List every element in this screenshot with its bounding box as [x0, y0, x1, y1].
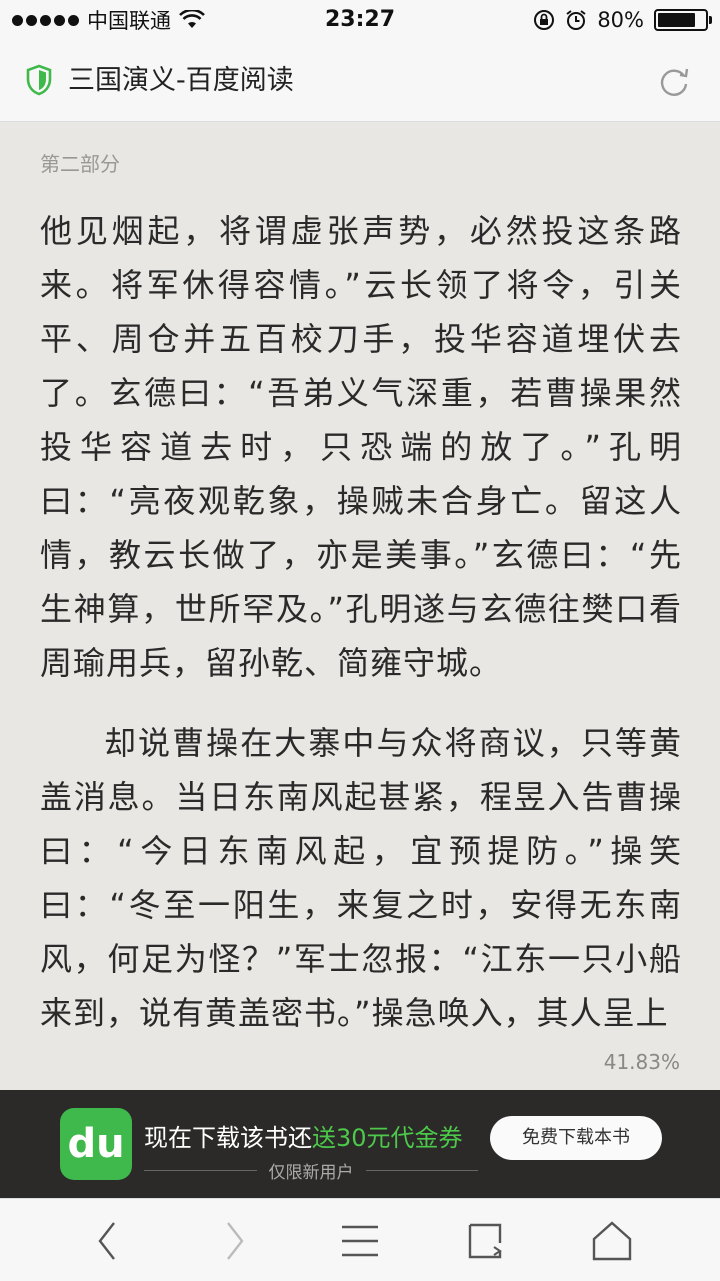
- browser-title-bar: 三国演义-百度阅读: [0, 40, 720, 122]
- rotation-lock-icon: [534, 10, 555, 30]
- divider-line: [365, 1170, 478, 1171]
- reader-page[interactable]: 第二部分 他见烟起，将谓虚张声势，必然投这条路来。将军休得容情。”云长领了将令，…: [0, 122, 720, 1090]
- battery-icon: [654, 9, 712, 31]
- forward-icon[interactable]: [212, 1219, 256, 1263]
- page-title: 三国演义-百度阅读: [68, 65, 294, 96]
- du-app-logo: du: [60, 1108, 132, 1180]
- banner-promo-text: 现在下载该书还送30元代金券: [144, 1118, 463, 1153]
- status-right: 80%: [533, 0, 712, 40]
- book-text: 他见烟起，将谓虚张声势，必然投这条路来。将军休得容情。”云长领了将令，引关平、周…: [40, 204, 682, 1066]
- signal-icon: [12, 14, 79, 26]
- paragraph: 他见烟起，将谓虚张声势，必然投这条路来。将军休得容情。”云长领了将令，引关平、周…: [40, 212, 682, 682]
- tabs-icon[interactable]: [464, 1219, 508, 1263]
- status-left: 中国联通: [12, 0, 205, 40]
- reading-progress: 41.83%: [603, 1050, 680, 1074]
- wifi-icon: [179, 10, 205, 28]
- free-download-button[interactable]: 免费下载本书: [490, 1116, 662, 1160]
- banner-promo-highlight: 送30元代金券: [312, 1124, 463, 1152]
- download-banner[interactable]: du 现在下载该书还送30元代金券 仅限新用户 免费下载本书: [0, 1090, 720, 1198]
- browser-toolbar: [0, 1198, 720, 1281]
- battery-percent: 80%: [597, 8, 644, 32]
- status-bar: 中国联通 23:27 80%: [0, 0, 720, 40]
- banner-subtext-row: 仅限新用户: [144, 1158, 478, 1183]
- banner-promo-prefix: 现在下载该书还: [144, 1124, 312, 1152]
- back-icon[interactable]: [86, 1219, 130, 1263]
- alarm-icon: [566, 10, 586, 30]
- section-label: 第二部分: [40, 152, 120, 176]
- battery-fill: [658, 13, 695, 27]
- carrier-name: 中国联通: [87, 9, 171, 33]
- home-icon[interactable]: [590, 1219, 634, 1263]
- menu-icon[interactable]: [338, 1219, 382, 1263]
- divider-line: [144, 1170, 257, 1171]
- banner-subtext: 仅限新用户: [268, 1163, 354, 1183]
- paragraph: 却说曹操在大寨中与众将商议，只等黄盖消息。当日东南风起甚紧，程昱入告曹操曰：“今…: [40, 724, 682, 1032]
- reload-icon[interactable]: [656, 64, 692, 100]
- shield-icon[interactable]: [26, 64, 52, 96]
